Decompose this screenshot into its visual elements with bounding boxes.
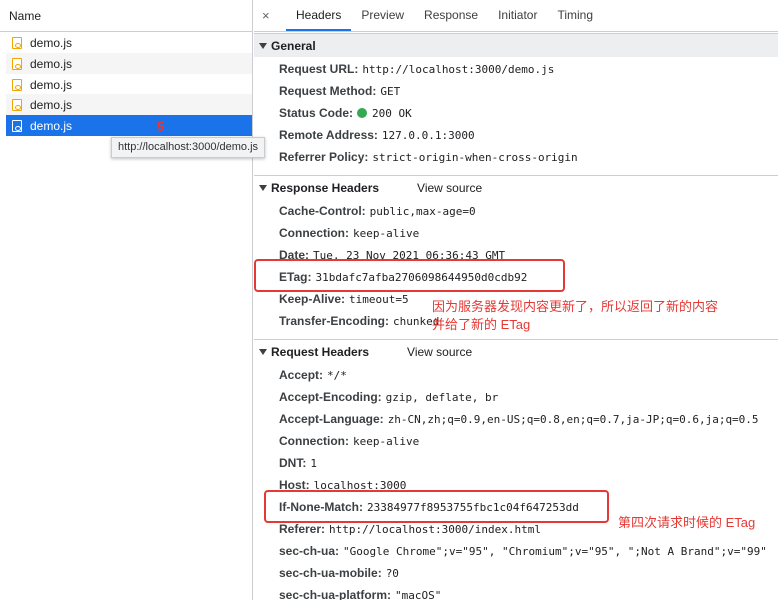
header-row: Accept-Language: zh-CN,zh;q=0.9,en-US;q=… xyxy=(279,410,759,428)
close-icon[interactable]: × xyxy=(262,1,280,31)
header-key: Accept: xyxy=(279,368,324,382)
header-value: public,max-age=0 xyxy=(369,204,476,218)
header-key: Connection: xyxy=(279,434,349,448)
header-value: zh-CN,zh;q=0.9,en-US;q=0.8,en;q=0.7,ja-J… xyxy=(387,412,759,426)
response-headers-section-header[interactable]: Response Headers View source xyxy=(254,175,778,199)
header-key: Request Method: xyxy=(279,84,377,98)
header-row: Transfer-Encoding: chunked xyxy=(279,312,439,330)
header-row: Accept: */* xyxy=(279,366,347,384)
js-file-icon xyxy=(12,98,22,111)
request-name: demo.js xyxy=(30,35,73,50)
header-key: Request URL: xyxy=(279,62,359,76)
header-row: DNT: 1 xyxy=(279,454,317,472)
header-key: Accept-Language: xyxy=(279,412,384,426)
header-row: Keep-Alive: timeout=5 xyxy=(279,290,409,308)
header-value: "Google Chrome";v="95", "Chromium";v="95… xyxy=(343,544,767,558)
request-row[interactable]: demo.js xyxy=(6,32,252,53)
js-file-icon xyxy=(12,78,22,91)
request-list-panel: Name demo.js demo.js demo.js demo.js dem… xyxy=(0,0,266,600)
header-key: Cache-Control: xyxy=(279,204,366,218)
header-row: Status Code: 200 OK xyxy=(279,104,412,122)
expand-triangle-icon xyxy=(259,184,267,191)
header-row: Request Method: GET xyxy=(279,82,400,100)
header-value: 127.0.0.1:3000 xyxy=(381,128,475,142)
request-headers-section-header[interactable]: Request Headers View source xyxy=(254,339,778,363)
header-value: http://localhost:3000/demo.js xyxy=(362,62,555,76)
header-row: Accept-Encoding: gzip, deflate, br xyxy=(279,388,498,406)
header-key: Status Code: xyxy=(279,106,354,120)
request-row[interactable]: demo.js xyxy=(6,53,252,74)
header-value: keep-alive xyxy=(353,434,420,448)
header-value: keep-alive xyxy=(353,226,420,240)
etag-annotation-line1: 因为服务器发现内容更新了，所以返回了新的内容 xyxy=(432,299,719,314)
header-value: ?0 xyxy=(385,566,399,580)
view-source-link[interactable]: View source xyxy=(417,181,482,195)
header-key: sec-ch-ua: xyxy=(279,544,340,558)
header-value: 200 OK xyxy=(372,106,412,120)
header-key: DNT: xyxy=(279,456,307,470)
request-details-panel: × Headers Preview Response Initiator Tim… xyxy=(254,0,778,600)
request-name: demo.js xyxy=(30,118,73,133)
request-name: demo.js xyxy=(30,77,73,92)
header-row: Connection: keep-alive xyxy=(279,432,419,450)
request-name: demo.js xyxy=(30,56,73,71)
js-file-icon xyxy=(12,57,22,70)
header-row: Cache-Control: public,max-age=0 xyxy=(279,202,476,220)
section-title: Request Headers xyxy=(271,344,370,359)
js-file-icon xyxy=(12,119,22,132)
header-key: sec-ch-ua-platform: xyxy=(279,588,392,600)
header-key: Connection: xyxy=(279,226,349,240)
header-row: Referrer Policy: strict-origin-when-cros… xyxy=(279,148,578,166)
tab-initiator[interactable]: Initiator xyxy=(488,0,547,31)
header-key: Keep-Alive: xyxy=(279,292,346,306)
header-key: sec-ch-ua-mobile: xyxy=(279,566,382,580)
header-key: Accept-Encoding: xyxy=(279,390,382,404)
header-value: strict-origin-when-cross-origin xyxy=(372,150,578,164)
expand-triangle-icon xyxy=(259,348,267,355)
header-row: sec-ch-ua-platform: "macOS" xyxy=(279,586,441,600)
header-row: Connection: keep-alive xyxy=(279,224,419,242)
tab-headers[interactable]: Headers xyxy=(286,0,352,31)
request-row[interactable]: demo.js xyxy=(6,94,252,115)
general-section-header[interactable]: General xyxy=(254,33,778,57)
url-tooltip: http://localhost:3000/demo.js xyxy=(111,137,266,158)
view-source-link[interactable]: View source xyxy=(407,345,472,359)
header-value: "macOS" xyxy=(395,588,442,600)
request-name: demo.js xyxy=(30,97,73,112)
status-success-icon xyxy=(357,108,368,118)
header-row: sec-ch-ua-mobile: ?0 xyxy=(279,564,399,582)
header-value: GET xyxy=(380,84,401,98)
header-key: Referrer Policy: xyxy=(279,150,369,164)
header-value: 1 xyxy=(310,456,317,470)
etag-annotation-line2: 并给了新的 ETag xyxy=(432,317,531,332)
annotation-number: 5 xyxy=(157,119,165,134)
details-tab-bar: × Headers Preview Response Initiator Tim… xyxy=(254,0,778,32)
js-file-icon xyxy=(12,36,22,49)
name-column-header[interactable]: Name xyxy=(0,0,252,32)
header-row: Request URL: http://localhost:3000/demo.… xyxy=(279,60,554,78)
tab-preview[interactable]: Preview xyxy=(351,0,414,31)
tab-response[interactable]: Response xyxy=(414,0,488,31)
request-row-selected[interactable]: demo.js xyxy=(6,115,252,136)
section-title: Response Headers xyxy=(271,180,380,195)
header-key: Remote Address: xyxy=(279,128,378,142)
tab-timing[interactable]: Timing xyxy=(547,0,603,31)
if-none-match-highlight-box xyxy=(264,490,609,523)
header-value: http://localhost:3000/index.html xyxy=(329,522,541,536)
header-row: sec-ch-ua: "Google Chrome";v="95", "Chro… xyxy=(279,542,767,560)
if-none-match-annotation: 第四次请求时候的 ETag xyxy=(618,515,756,530)
section-title: General xyxy=(271,38,316,53)
header-value: timeout=5 xyxy=(349,292,409,306)
header-key: Referer: xyxy=(279,522,326,536)
header-row: Remote Address: 127.0.0.1:3000 xyxy=(279,126,475,144)
etag-highlight-box xyxy=(254,259,565,292)
expand-triangle-icon xyxy=(259,42,267,49)
header-value: */* xyxy=(327,368,347,382)
header-key: Transfer-Encoding: xyxy=(279,314,390,328)
request-row[interactable]: demo.js xyxy=(6,74,252,95)
header-value: gzip, deflate, br xyxy=(385,390,499,404)
